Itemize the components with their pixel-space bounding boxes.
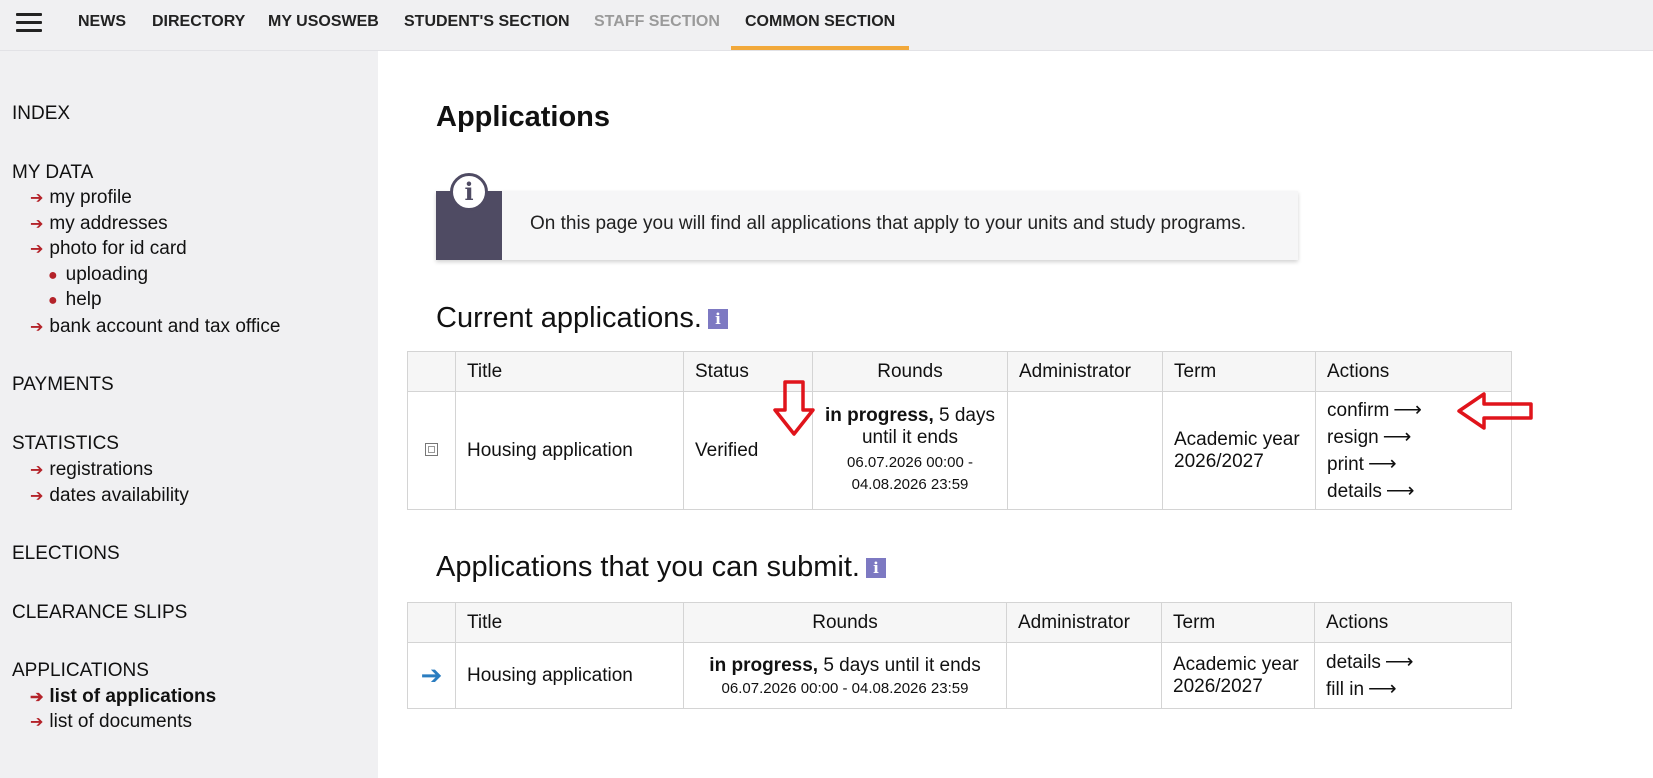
current-applications-table: Title Status Rounds Administrator Term A…	[407, 351, 1512, 510]
table-header-row: Title Rounds Administrator Term Actions	[407, 602, 1512, 643]
details-link[interactable]: details ⟶	[1327, 478, 1500, 505]
info-box: i On this page you will find all applica…	[436, 173, 1298, 260]
cell-administrator	[1006, 642, 1162, 709]
cell-administrator	[1007, 391, 1163, 510]
arrow-right-icon: ➔	[30, 216, 44, 233]
sidebar-item-list-of-documents[interactable]: ➔ list of documents	[30, 711, 192, 733]
info-text: On this page you will find all applicati…	[530, 213, 1247, 234]
cell-title: Housing application	[455, 642, 684, 709]
sidebar-index[interactable]: INDEX	[12, 103, 70, 125]
nav-staff-section: STAFF SECTION	[594, 13, 720, 30]
current-applications-heading: Current applications. i	[436, 302, 728, 335]
nav-news[interactable]: NEWS	[78, 0, 126, 46]
fill-in-link[interactable]: fill in ⟶	[1326, 676, 1500, 703]
sidebar-statistics[interactable]: STATISTICS	[12, 433, 119, 455]
submittable-applications-table: Title Rounds Administrator Term Actions …	[407, 602, 1512, 709]
arrow-right-icon: ⟶	[1368, 677, 1397, 700]
cell-rounds: in progress, 5 days until it ends 06.07.…	[683, 642, 1007, 709]
cell-title: Housing application	[455, 391, 684, 510]
print-link[interactable]: print ⟶	[1327, 451, 1500, 478]
arrow-right-icon: ➔	[30, 488, 44, 505]
column-administrator: Administrator	[1006, 602, 1162, 643]
details-link[interactable]: details ⟶	[1326, 649, 1500, 676]
annotation-down-arrow-icon	[773, 380, 815, 436]
arrow-right-icon: ➔	[30, 689, 44, 706]
sidebar-payments[interactable]: PAYMENTS	[12, 374, 114, 396]
sidebar-my-data[interactable]: MY DATA	[12, 162, 93, 184]
nav-my-usosweb[interactable]: MY USOSWEB	[268, 0, 379, 46]
column-term: Term	[1162, 351, 1316, 392]
nav-students-section[interactable]: STUDENT'S SECTION	[404, 0, 570, 46]
sidebar-item-list-of-applications[interactable]: ➔ list of applications	[30, 686, 216, 708]
bullet-icon: ●	[48, 267, 58, 284]
cell-rounds: in progress, 5 days until it ends 06.07.…	[812, 391, 1008, 510]
arrow-right-icon: ➔	[30, 462, 44, 479]
sidebar-item-dates-availability[interactable]: ➔ dates availability	[30, 485, 189, 507]
column-actions: Actions	[1314, 602, 1512, 643]
column-administrator: Administrator	[1007, 351, 1163, 392]
arrow-right-icon: ➔	[30, 319, 44, 336]
arrow-right-icon: ➔	[30, 241, 44, 258]
sidebar-item-my-profile[interactable]: ➔ my profile	[30, 187, 132, 209]
sidebar-item-bank-account[interactable]: ➔ bank account and tax office	[30, 316, 280, 338]
nav-directory[interactable]: DIRECTORY	[152, 0, 245, 46]
cell-actions: details ⟶ fill in ⟶	[1314, 642, 1512, 709]
arrow-right-icon[interactable]: ➔	[421, 660, 443, 690]
sidebar-item-uploading[interactable]: ● uploading	[48, 264, 148, 286]
sidebar: INDEX MY DATA ➔ my profile ➔ my addresses …	[0, 51, 378, 778]
arrow-right-icon: ⟶	[1382, 425, 1412, 448]
column-rounds: Rounds	[812, 351, 1008, 392]
sidebar-elections[interactable]: ELECTIONS	[12, 543, 120, 565]
submittable-applications-heading: Applications that you can submit. i	[436, 551, 886, 584]
info-icon: i	[450, 173, 488, 211]
arrow-right-icon: ⟶	[1384, 650, 1414, 673]
table-row: ➔ Housing application in progress, 5 day…	[407, 642, 1512, 709]
cell-term: Academic year 2026/2027	[1162, 391, 1316, 510]
sidebar-item-help[interactable]: ● help	[48, 289, 102, 311]
table-header-row: Title Status Rounds Administrator Term A…	[407, 351, 1512, 392]
hamburger-icon[interactable]	[16, 13, 42, 35]
sidebar-item-my-addresses[interactable]: ➔ my addresses	[30, 213, 168, 235]
bullet-icon: ●	[48, 292, 58, 309]
sidebar-item-photo-id[interactable]: ➔ photo for id card	[30, 238, 187, 260]
sidebar-item-registrations[interactable]: ➔ registrations	[30, 459, 153, 481]
top-navigation: NEWS DIRECTORY MY USOSWEB STUDENT'S SECT…	[0, 0, 1653, 51]
column-term: Term	[1161, 602, 1315, 643]
sidebar-clearance-slips[interactable]: CLEARANCE SLIPS	[12, 602, 187, 624]
help-info-icon[interactable]: i	[865, 558, 886, 579]
arrow-right-icon: ➔	[30, 714, 44, 731]
info-panel: i	[436, 173, 502, 260]
column-title: Title	[455, 351, 684, 392]
arrow-right-icon: ⟶	[1385, 479, 1415, 502]
nav-common-section[interactable]: COMMON SECTION	[731, 0, 910, 50]
arrow-right-icon: ⟶	[1367, 452, 1397, 475]
arrow-right-icon: ➔	[30, 190, 44, 207]
column-title: Title	[455, 602, 684, 643]
cell-term: Academic year 2026/2027	[1161, 642, 1315, 709]
table-row: Housing application Verified in progress…	[407, 391, 1512, 510]
column-rounds: Rounds	[683, 602, 1007, 643]
help-info-icon[interactable]: i	[707, 309, 728, 330]
column-actions: Actions	[1315, 351, 1512, 392]
annotation-left-arrow-icon	[1457, 392, 1533, 430]
arrow-right-icon: ⟶	[1393, 398, 1422, 421]
sidebar-applications[interactable]: APPLICATIONS	[12, 660, 149, 682]
page-title: Applications	[436, 101, 611, 133]
checkbox[interactable]	[425, 442, 438, 456]
